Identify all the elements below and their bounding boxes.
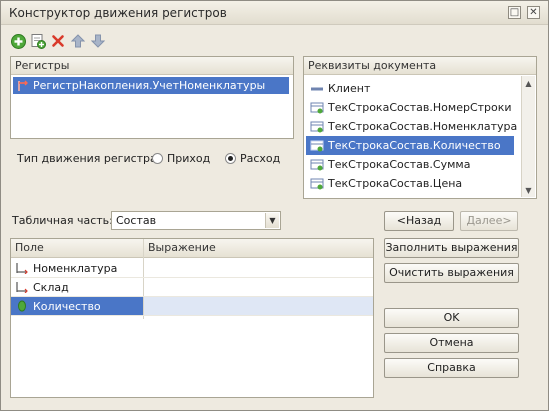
field-cell[interactable]: Склад (11, 278, 143, 296)
movement-type-label: Тип движения регистра: (17, 152, 161, 165)
attribute-label: ТекСтрокаСостав.Сумма (328, 158, 471, 171)
register-label: РегистрНакопления.УчетНоменклатуры (33, 79, 266, 92)
attributes-header: Реквизиты документа (304, 57, 536, 75)
scroll-down-icon[interactable]: ▼ (522, 183, 535, 197)
move-down-icon[interactable] (89, 32, 107, 50)
expression-cell[interactable] (144, 297, 373, 315)
title-bar[interactable]: Конструктор движения регистров □ ✕ (1, 1, 548, 25)
attribute-label: ТекСтрокаСостав.НомерСтроки (328, 101, 512, 114)
window-title: Конструктор движения регистров (9, 6, 227, 20)
register-movement-constructor-window: Конструктор движения регистров □ ✕ Регис… (0, 0, 549, 411)
radio-income-label[interactable]: Приход (167, 152, 210, 165)
table-attribute-icon (310, 102, 324, 114)
attribute-icon (310, 84, 324, 94)
column-header-expression[interactable]: Выражение (144, 239, 373, 257)
accumulation-register-icon (17, 80, 29, 92)
table-row[interactable]: Склад (11, 278, 373, 297)
expression-cell[interactable] (144, 278, 373, 296)
fill-expressions-button[interactable]: Заполнить выражения (384, 238, 519, 258)
radio-expense[interactable] (225, 153, 236, 164)
attribute-label: ТекСтрокаСостав.Количество (328, 139, 501, 152)
fields-grid: Поле Выражение Номенклатура Склад Количе… (10, 238, 374, 398)
copy-icon[interactable] (29, 32, 47, 50)
column-header-field[interactable]: Поле (11, 239, 143, 257)
attribute-item[interactable]: ТекСтрокаСостав.НомерСтроки (306, 98, 514, 117)
dimension-icon (15, 262, 29, 274)
dimension-icon (15, 281, 29, 293)
tabular-part-select[interactable]: Состав ▼ (111, 211, 281, 230)
attributes-scrollbar[interactable]: ▲ ▼ (521, 76, 535, 197)
tabular-part-value: Состав (116, 214, 157, 227)
field-cell[interactable]: Количество (11, 297, 143, 315)
attribute-item[interactable]: ТекСтрокаСостав.Сумма (306, 155, 514, 174)
table-row-selected[interactable]: Количество (11, 297, 373, 316)
expression-cell[interactable] (144, 259, 373, 277)
attribute-item[interactable]: ТекСтрокаСостав.Номенклатура (306, 117, 518, 136)
move-up-icon[interactable] (69, 32, 87, 50)
registers-header: Регистры (11, 57, 293, 75)
chevron-down-icon[interactable]: ▼ (265, 213, 279, 228)
document-attributes-panel: Реквизиты документа Клиент ТекСтрокаСост… (303, 56, 537, 199)
field-label: Количество (33, 299, 101, 313)
table-attribute-icon (310, 121, 324, 133)
attribute-label: Клиент (328, 82, 371, 95)
table-attribute-icon (310, 159, 324, 171)
table-attribute-icon (310, 140, 324, 152)
radio-income[interactable] (152, 153, 163, 164)
ok-button[interactable]: OK (384, 308, 519, 328)
radio-expense-label[interactable]: Расход (240, 152, 280, 165)
attribute-item[interactable]: Клиент (306, 79, 514, 98)
field-label: Склад (33, 280, 69, 294)
attribute-item-selected[interactable]: ТекСтрокаСостав.Количество (306, 136, 514, 155)
add-icon[interactable] (9, 32, 27, 50)
resource-icon (17, 300, 27, 312)
field-cell[interactable]: Номенклатура (11, 259, 143, 277)
close-icon[interactable]: ✕ (527, 6, 540, 19)
attribute-label: ТекСтрокаСостав.Номенклатура (328, 120, 518, 133)
restore-icon[interactable]: □ (508, 6, 521, 19)
register-row[interactable]: РегистрНакопления.УчетНоменклатуры (13, 77, 289, 94)
scroll-up-icon[interactable]: ▲ (522, 76, 535, 90)
help-button[interactable]: Справка (384, 358, 519, 378)
cancel-button[interactable]: Отмена (384, 333, 519, 353)
back-button[interactable]: <Назад (384, 211, 454, 231)
delete-icon[interactable] (49, 32, 67, 50)
tabular-part-label: Табличная часть: (12, 214, 113, 227)
field-label: Номенклатура (33, 261, 118, 275)
clear-expressions-button[interactable]: Очистить выражения (384, 263, 519, 283)
table-attribute-icon (310, 178, 324, 190)
registers-panel: Регистры РегистрНакопления.УчетНоменклат… (10, 56, 294, 139)
attribute-item[interactable]: ТекСтрокаСостав.Цена (306, 174, 514, 193)
attribute-label: ТекСтрокаСостав.Цена (328, 177, 463, 190)
next-button[interactable]: Далее> (460, 211, 518, 231)
grid-header: Поле Выражение (11, 239, 373, 258)
table-row[interactable]: Номенклатура (11, 259, 373, 278)
